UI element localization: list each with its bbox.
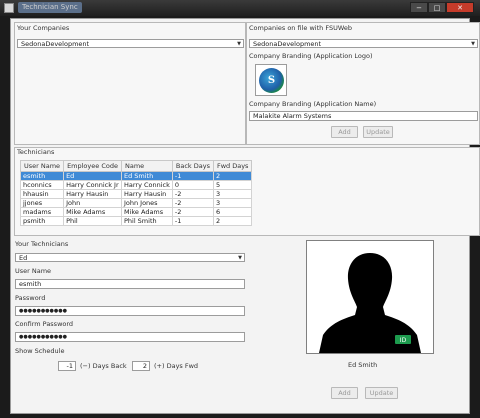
company-update-button[interactable]: Update bbox=[363, 126, 393, 138]
your-technicians-combo[interactable]: Ed ▼ bbox=[15, 253, 245, 262]
cell: 5 bbox=[212, 180, 253, 190]
cell: 2 bbox=[212, 216, 253, 226]
cell: 2 bbox=[212, 171, 253, 181]
chevron-down-icon: ▼ bbox=[237, 41, 241, 47]
company-logo[interactable]: S bbox=[255, 64, 287, 96]
cell: John bbox=[63, 198, 122, 208]
cell: Ed Smith bbox=[120, 171, 173, 181]
cell: 3 bbox=[212, 189, 253, 199]
cell: hconnics bbox=[19, 180, 65, 190]
cell: 6 bbox=[212, 207, 253, 217]
logo-letter: S bbox=[267, 75, 276, 86]
cell: Mike Adams bbox=[63, 207, 122, 217]
cell: Ed bbox=[63, 171, 122, 181]
cell: Harry Hausin bbox=[63, 189, 122, 199]
your-companies-label: Your Companies bbox=[17, 24, 70, 32]
fsuweb-companies-label: Companies on file with FSUWeb bbox=[249, 24, 352, 32]
window-title: Technician Sync bbox=[18, 2, 82, 13]
table-row[interactable]: jjones John John Jones -2 3 bbox=[19, 198, 253, 208]
confirm-password-label: Confirm Password bbox=[15, 320, 74, 328]
days-fwd-input[interactable]: 2 bbox=[132, 361, 150, 371]
your-companies-combo[interactable]: SedonaDevelopment ▼ bbox=[17, 39, 244, 48]
cell: esmith bbox=[19, 171, 65, 181]
cell: -1 bbox=[171, 216, 214, 226]
minimize-button[interactable]: − bbox=[410, 2, 428, 13]
cell: -2 bbox=[171, 189, 214, 199]
technicians-table: User Name Employee Code Name Back Days F… bbox=[19, 160, 253, 226]
technician-photo[interactable]: ID bbox=[306, 240, 434, 354]
username-input[interactable]: esmith bbox=[15, 279, 245, 289]
username-label: User Name bbox=[15, 267, 52, 275]
svg-text:ID: ID bbox=[400, 337, 407, 344]
table-row[interactable]: hhausin Harry Hausin Harry Hausin -2 3 bbox=[19, 189, 253, 199]
your-technicians-label: Your Technicians bbox=[15, 240, 69, 248]
cell: Harry Connick Jr bbox=[63, 180, 122, 190]
cell: madams bbox=[19, 207, 65, 217]
your-companies-value: SedonaDevelopment bbox=[21, 40, 90, 48]
table-row[interactable]: psmith Phil Phil Smith -1 2 bbox=[19, 216, 253, 226]
cell: -2 bbox=[171, 198, 214, 208]
your-companies-panel: Your Companies SedonaDevelopment ▼ bbox=[14, 22, 246, 145]
cell: Harry Connick bbox=[120, 180, 173, 190]
days-back-input[interactable]: -1 bbox=[58, 361, 76, 371]
fsuweb-companies-value: SedonaDevelopment bbox=[253, 40, 322, 48]
table-header-row: User Name Employee Code Name Back Days F… bbox=[19, 160, 253, 172]
fsuweb-companies-combo[interactable]: SedonaDevelopment ▼ bbox=[249, 39, 478, 48]
fsuweb-companies-panel: Companies on file with FSUWeb SedonaDeve… bbox=[246, 22, 480, 145]
table-row[interactable]: madams Mike Adams Mike Adams -2 6 bbox=[19, 207, 253, 217]
cell: Phil Smith bbox=[120, 216, 173, 226]
cell: 0 bbox=[171, 180, 214, 190]
days-back-label: (−) Days Back bbox=[80, 362, 127, 370]
cell: -2 bbox=[171, 207, 214, 217]
days-fwd-label: (+) Days Fwd bbox=[154, 362, 199, 370]
title-bar: Technician Sync − □ ✕ bbox=[0, 0, 480, 16]
cell: jjones bbox=[19, 198, 65, 208]
cell: hhausin bbox=[19, 189, 65, 199]
technician-add-button[interactable]: Add bbox=[331, 387, 358, 399]
cell: John Jones bbox=[120, 198, 173, 208]
window-controls: − □ ✕ bbox=[410, 2, 474, 13]
cell: Phil bbox=[63, 216, 122, 226]
app-icon bbox=[4, 3, 14, 13]
logo-globe-icon: S bbox=[259, 68, 284, 93]
photo-caption: Ed Smith bbox=[348, 361, 378, 369]
cell: Mike Adams bbox=[120, 207, 173, 217]
password-input[interactable]: ●●●●●●●●●●● bbox=[15, 306, 245, 316]
close-button[interactable]: ✕ bbox=[446, 2, 474, 13]
cell: psmith bbox=[19, 216, 65, 226]
name-branding-label: Company Branding (Application Name) bbox=[249, 100, 377, 108]
application-name-input[interactable]: Malakite Alarm Systems bbox=[249, 111, 478, 121]
cell: -1 bbox=[171, 171, 214, 181]
maximize-button[interactable]: □ bbox=[428, 2, 446, 13]
chevron-down-icon: ▼ bbox=[238, 255, 242, 261]
column-name[interactable]: Name bbox=[120, 160, 173, 172]
table-row[interactable]: esmith Ed Ed Smith -1 2 bbox=[19, 171, 253, 181]
technician-update-button[interactable]: Update bbox=[365, 387, 398, 399]
column-user-name[interactable]: User Name bbox=[19, 160, 65, 172]
logo-branding-label: Company Branding (Application Logo) bbox=[249, 52, 373, 60]
technicians-label: Technicians bbox=[17, 148, 55, 156]
column-fwd-days[interactable]: Fwd Days bbox=[212, 160, 253, 172]
your-technicians-value: Ed bbox=[19, 254, 28, 262]
cell: 3 bbox=[212, 198, 253, 208]
show-schedule-label: Show Schedule bbox=[15, 347, 65, 355]
cell: Harry Hausin bbox=[120, 189, 173, 199]
confirm-password-input[interactable]: ●●●●●●●●●●● bbox=[15, 332, 245, 342]
company-add-button[interactable]: Add bbox=[331, 126, 358, 138]
chevron-down-icon: ▼ bbox=[471, 41, 475, 47]
column-employee-code[interactable]: Employee Code bbox=[63, 160, 122, 172]
password-label: Password bbox=[15, 294, 46, 302]
column-back-days[interactable]: Back Days bbox=[171, 160, 214, 172]
silhouette-icon: ID bbox=[319, 253, 421, 353]
table-row[interactable]: hconnics Harry Connick Jr Harry Connick … bbox=[19, 180, 253, 190]
